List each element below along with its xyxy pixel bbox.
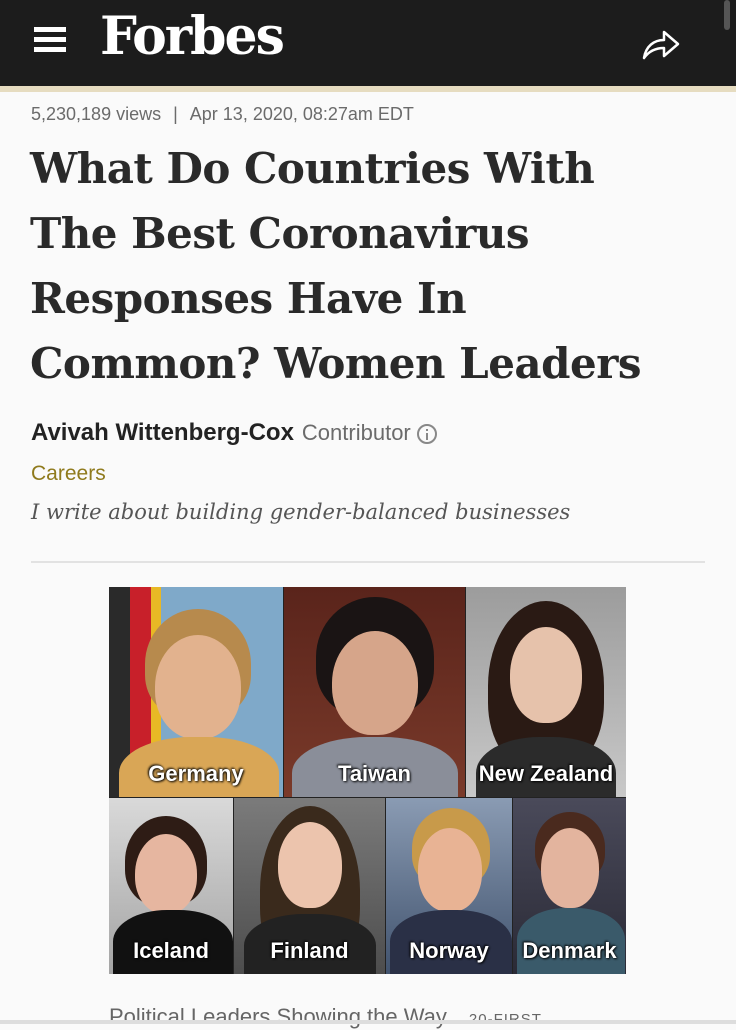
view-count: 5,230,189 views	[31, 104, 162, 124]
forbes-logo[interactable]: Forbes	[100, 6, 285, 67]
share-arrow-icon[interactable]	[640, 26, 682, 62]
label-iceland: Iceland	[133, 938, 209, 963]
bottom-divider	[0, 1020, 736, 1024]
scrollbar-thumb	[724, 0, 730, 30]
label-finland: Finland	[270, 938, 349, 963]
portrait-tile-denmark: Denmark	[513, 798, 626, 974]
label-denmark: Denmark	[522, 938, 617, 963]
article-meta: 5,230,189 views | Apr 13, 2020, 08:27am ED…	[31, 104, 414, 125]
portrait-tile-taiwan: Taiwan	[284, 587, 465, 797]
author-role: Contributor	[301, 420, 411, 445]
accent-stripe	[0, 86, 736, 92]
label-new-zealand: New Zealand	[478, 761, 614, 786]
label-taiwan: Taiwan	[338, 761, 411, 786]
top-navigation-bar: Forbes	[0, 0, 736, 92]
info-icon[interactable]	[416, 424, 437, 444]
portrait-tile-finland: Finland	[234, 798, 385, 974]
article-image[interactable]: Germany Taiwan New Zealand Iceland Finla…	[109, 587, 626, 974]
image-caption: Political Leaders Showing the Way20-FIRS…	[109, 1004, 542, 1030]
portrait-tile-germany: Germany	[109, 587, 283, 797]
channel-link[interactable]: Careers	[31, 462, 106, 486]
label-germany: Germany	[148, 761, 244, 786]
portrait-tile-norway: Norway	[386, 798, 512, 974]
hamburger-menu-icon[interactable]	[34, 27, 66, 57]
author-name[interactable]: Avivah Wittenberg-Cox	[31, 419, 294, 447]
caption-text: Political Leaders Showing the Way	[109, 1004, 447, 1029]
article-headline: What Do Countries With The Best Coronavi…	[30, 144, 642, 388]
byline: Avivah Wittenberg-Cox Contributor	[31, 419, 437, 447]
author-tagline: I write about building gender-balanced b…	[31, 500, 571, 524]
section-divider	[31, 561, 705, 563]
label-norway: Norway	[409, 938, 489, 963]
publish-date: Apr 13, 2020, 08:27am EDT	[189, 104, 414, 124]
portrait-tile-iceland: Iceland	[109, 798, 233, 974]
meta-separator: |	[173, 104, 178, 124]
portrait-tile-new-zealand: New Zealand	[466, 587, 626, 797]
